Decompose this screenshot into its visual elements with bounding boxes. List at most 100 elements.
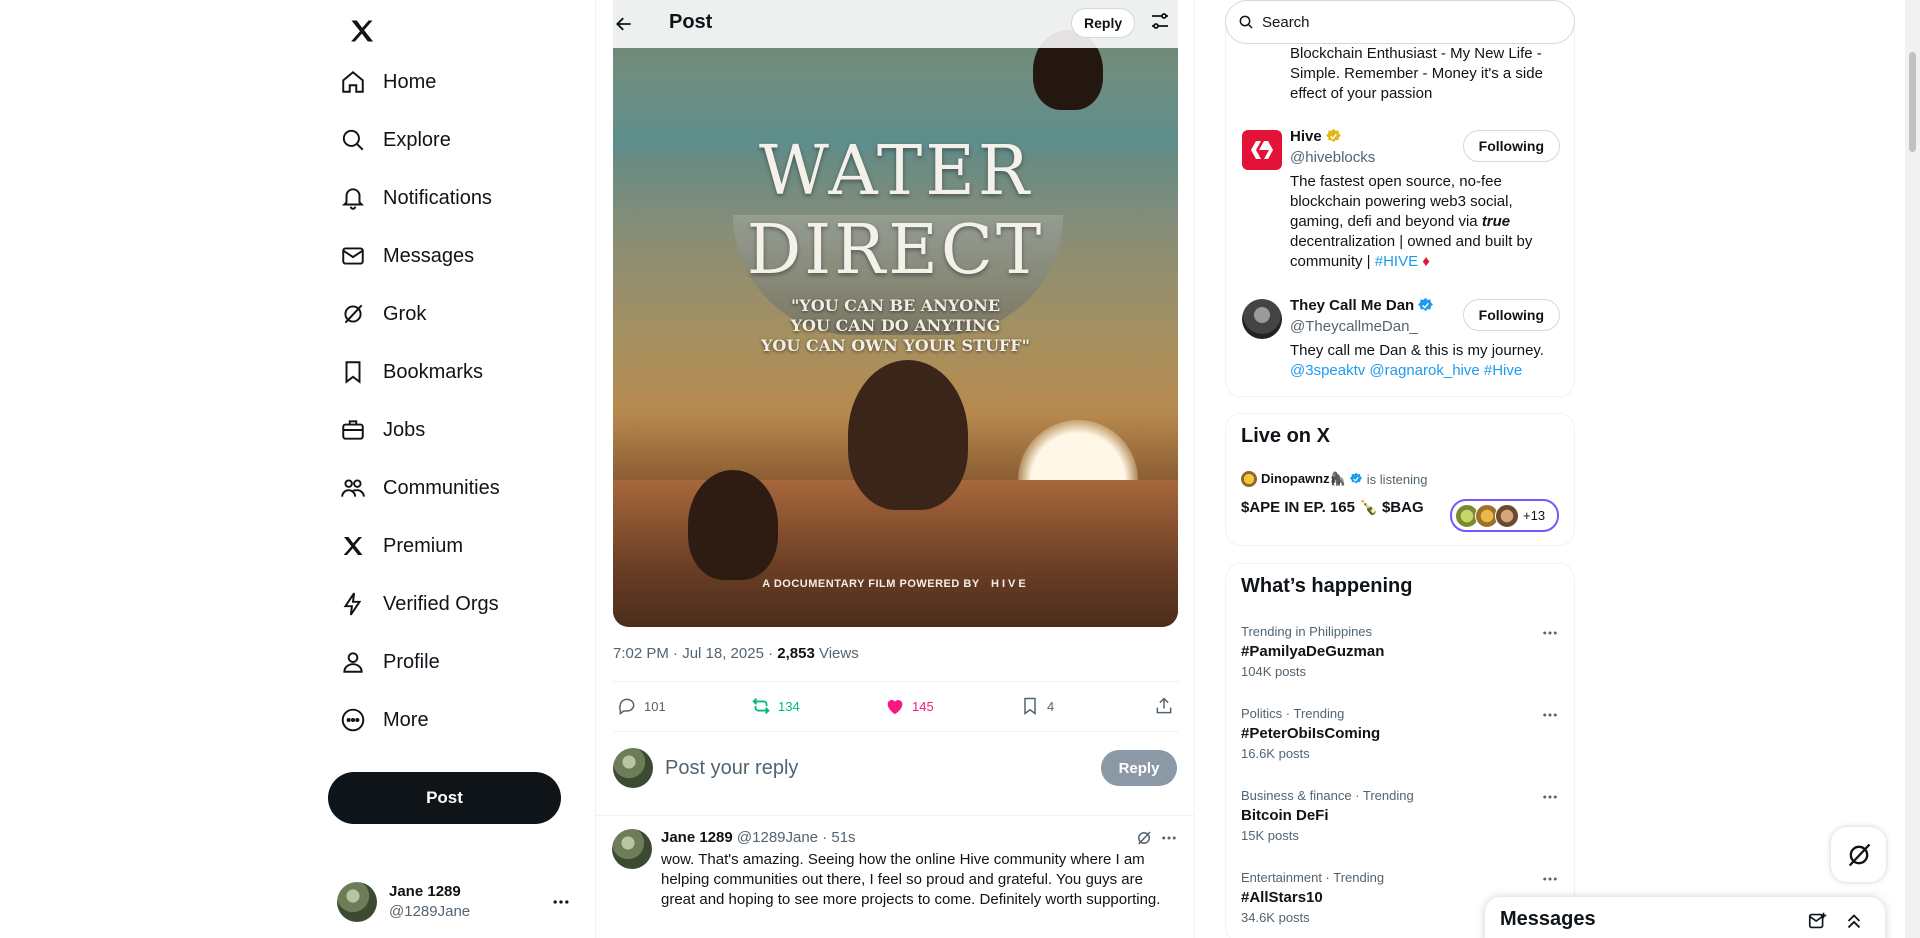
nav-bookmarks[interactable]: Bookmarks [327, 346, 495, 398]
reply-action[interactable]: 101 [616, 694, 666, 718]
repost-action[interactable]: 134 [750, 694, 800, 718]
nav-explore[interactable]: Explore [327, 114, 463, 166]
nav-home[interactable]: Home [327, 56, 448, 108]
trend-item[interactable]: Business & finance · Trending Bitcoin De… [1241, 788, 1559, 844]
reply-input[interactable]: Post your reply [665, 757, 798, 780]
reply-author-handle[interactable]: @1289Jane [737, 829, 818, 846]
follow-item-hive[interactable]: Hive @hiveblocks Following The fastest o… [1242, 128, 1560, 278]
briefcase-icon [339, 416, 367, 444]
scrollbar-thumb[interactable] [1909, 52, 1916, 152]
trend-context: Entertainment · Trending [1241, 870, 1385, 885]
reply-tweet[interactable]: Jane 1289 @1289Jane · 51s wow. That's am… [596, 815, 1194, 908]
home-icon [339, 68, 367, 96]
trend-item[interactable]: Politics · Trending #PeterObiIsComing 16… [1241, 706, 1559, 762]
hashtag-link[interactable]: #HIVE [1375, 253, 1418, 270]
account-switcher[interactable]: Jane 1289 @1289Jane [337, 876, 571, 928]
trend-item[interactable]: Trending in Philippines #PamilyaDeGuzman… [1241, 624, 1559, 680]
bookmark-count: 4 [1047, 698, 1055, 714]
grok-icon[interactable] [1135, 829, 1153, 847]
hive-avatar[interactable] [1242, 130, 1282, 170]
post-time[interactable]: 7:02 PM · Jul 18, 2025 · [613, 645, 777, 662]
nav-messages[interactable]: Messages [327, 230, 486, 282]
messages-drawer-title[interactable]: Messages [1500, 908, 1596, 931]
account-bio: They call me Dan & this is my journey. @… [1290, 341, 1560, 381]
heart-icon [884, 695, 906, 717]
x-logo-link[interactable] [337, 6, 387, 56]
more-dots-icon[interactable] [1541, 706, 1559, 724]
nav-more[interactable]: More [327, 694, 441, 746]
nav-notifications[interactable]: Notifications [327, 172, 504, 224]
reply-header: Jane 1289 @1289Jane · 51s [661, 829, 856, 846]
verified-badge-icon [1349, 472, 1363, 486]
nav-premium[interactable]: Premium [327, 520, 475, 572]
bookmark-icon [1019, 695, 1041, 717]
views-count: 2,853 [777, 645, 815, 662]
trend-count: 104K posts [1241, 664, 1307, 679]
nav-label: Notifications [383, 186, 492, 209]
nav-jobs[interactable]: Jobs [327, 404, 437, 456]
post-media-image[interactable]: WATER DIRECT "YOU CAN BE ANYONE YOU CAN … [613, 0, 1178, 627]
like-action[interactable]: 145 [884, 694, 934, 718]
follow-item-dan[interactable]: They Call Me Dan @TheycallmeDan_ Followi… [1242, 297, 1560, 387]
envelope-icon [339, 242, 367, 270]
divider [613, 681, 1179, 682]
space-title[interactable]: $APE IN EP. 165 🍾 $BAG [1241, 498, 1424, 516]
reply-age[interactable]: · 51s [822, 829, 855, 846]
chevron-up-double-icon[interactable] [1843, 910, 1865, 932]
grok-floating-button[interactable] [1831, 827, 1886, 882]
search-box[interactable]: Search [1225, 0, 1575, 44]
account-name[interactable]: They Call Me Dan [1290, 297, 1434, 314]
nav-profile[interactable]: Profile [327, 636, 452, 688]
people-icon [339, 474, 367, 502]
repost-count: 134 [778, 698, 800, 714]
more-dots-icon[interactable] [1541, 624, 1559, 642]
reply-text: wow. That's amazing. Seeing how the onli… [661, 851, 1161, 908]
account-handle: @TheycallmeDan_ [1290, 318, 1418, 335]
following-button[interactable]: Following [1462, 130, 1560, 162]
post-header: Post Reply [596, 0, 1194, 48]
bookmark-icon [339, 358, 367, 386]
verified-badge-icon [1417, 297, 1434, 314]
reply-author-name[interactable]: Jane 1289 [661, 829, 733, 846]
poster-title: WATER DIRECT [746, 132, 1045, 290]
bookmark-action[interactable]: 4 [1019, 694, 1054, 718]
following-button[interactable]: Following [1462, 299, 1560, 331]
more-dots-icon[interactable] [1541, 788, 1559, 806]
share-action[interactable] [1153, 694, 1181, 718]
back-button[interactable] [608, 8, 640, 40]
reply-submit-button[interactable]: Reply [1101, 750, 1177, 786]
search-input[interactable]: Search [1262, 14, 1310, 31]
avatar [613, 748, 653, 788]
messages-drawer[interactable]: Messages [1485, 897, 1885, 938]
hive-name: Hive [1290, 128, 1322, 145]
poster-quote-line: "YOU CAN BE ANYONE [790, 296, 1001, 315]
avatar [1495, 503, 1519, 528]
nav-verified-orgs[interactable]: Verified Orgs [327, 578, 511, 630]
tune-sliders-icon[interactable] [1148, 9, 1172, 33]
reply-filter-button[interactable]: Reply [1071, 8, 1136, 38]
divider [613, 731, 1179, 732]
nav-label: Premium [383, 534, 464, 557]
nav-grok[interactable]: Grok [327, 288, 438, 340]
nav-label: Explore [383, 128, 451, 151]
nav-communities[interactable]: Communities [327, 462, 512, 514]
account-name[interactable]: Hive [1290, 128, 1342, 145]
post-button[interactable]: Post [328, 772, 561, 824]
avatar[interactable] [612, 829, 652, 869]
comment-icon [616, 695, 638, 717]
reply-composer: Post your reply Reply [613, 746, 1179, 790]
bio-links[interactable]: @3speaktv @ragnarok_hive #Hive [1290, 361, 1560, 381]
trends-title: What’s happening [1241, 575, 1413, 597]
trend-context: Business & finance · Trending [1241, 788, 1414, 803]
new-message-icon[interactable] [1807, 910, 1829, 932]
more-dots-icon[interactable] [1541, 870, 1559, 888]
more-dots-icon[interactable] [1160, 829, 1178, 847]
listeners-pill[interactable]: +13 [1450, 499, 1559, 532]
poster-figure [848, 360, 968, 510]
avatar[interactable] [1242, 299, 1282, 339]
x-logo-icon [348, 17, 376, 45]
partial-bio: Blockchain Enthusiast - My New Life - Si… [1290, 45, 1543, 102]
live-host[interactable]: Dinopawnz🦍 is listening [1241, 471, 1428, 487]
lightning-icon [339, 590, 367, 618]
person-icon [339, 648, 367, 676]
